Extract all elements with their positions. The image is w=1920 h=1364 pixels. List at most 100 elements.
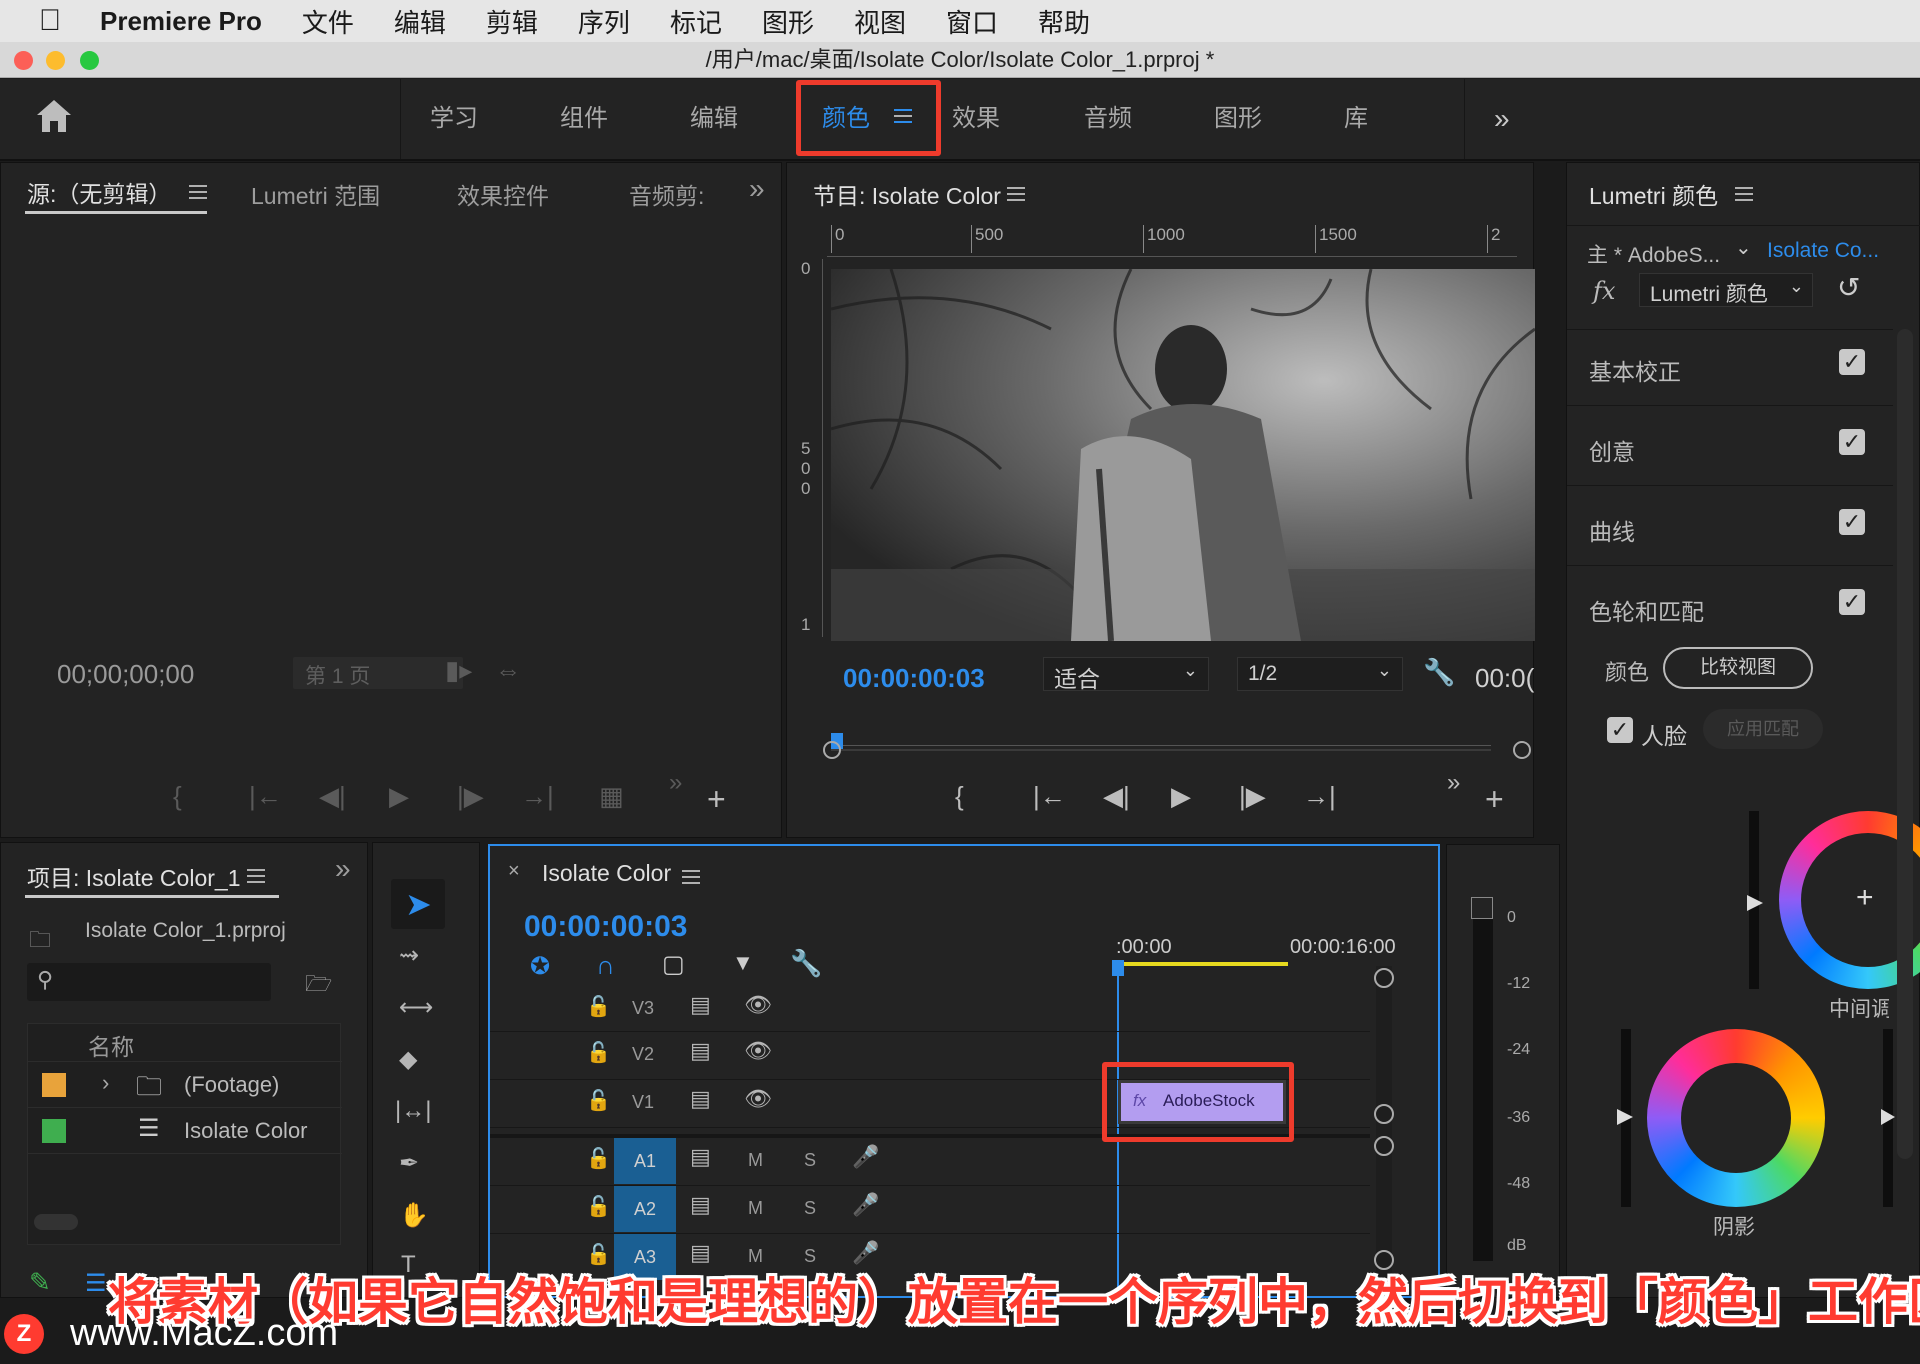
sequence-menu-icon[interactable] — [682, 870, 700, 884]
workspace-libraries[interactable]: 库 — [1344, 99, 1368, 139]
project-menu-icon[interactable] — [247, 869, 265, 883]
track-a2[interactable]: 🔓 A2 ▤ M S 🎤 — [490, 1186, 1370, 1234]
lock-icon[interactable]: 🔓 — [586, 1040, 611, 1065]
tab-lumetri-scopes[interactable]: Lumetri 范围 — [251, 177, 380, 211]
resolution-dropdown[interactable]: 1/2 ⌄ — [1237, 657, 1403, 691]
double-chevron-right-icon[interactable]: » — [1494, 99, 1510, 139]
step-forward-icon[interactable]: |▶ — [1239, 781, 1266, 812]
shadows-right-handle[interactable] — [1881, 1109, 1895, 1125]
eye-icon[interactable]: 👁 — [744, 1086, 772, 1112]
lock-icon[interactable]: 🔓 — [586, 1146, 611, 1171]
program-video-frame[interactable] — [831, 269, 1535, 641]
lock-icon[interactable]: 🔓 — [586, 1088, 611, 1113]
sync-lock-icon[interactable]: ▤ — [690, 1144, 711, 1170]
curves-checkbox[interactable]: ✓ — [1839, 509, 1865, 535]
go-to-out-icon[interactable]: →| — [521, 781, 554, 812]
play-icon[interactable]: ▶ — [1171, 781, 1191, 812]
project-title[interactable]: 项目: Isolate Color_1 — [27, 859, 240, 893]
mark-in-icon[interactable]: { — [173, 781, 182, 812]
page-selector[interactable]: 第 1 页 — [293, 657, 463, 689]
menu-graphics[interactable]: 图形 — [762, 3, 814, 40]
scroll-handle[interactable] — [1374, 1104, 1394, 1124]
shadows-color-wheel[interactable] — [1647, 1029, 1825, 1207]
tab-effect-controls[interactable]: 效果控件 — [457, 177, 549, 211]
timeline-vertical-scrollbar[interactable] — [1376, 966, 1392, 1292]
double-chevron-right-icon[interactable]: » — [749, 173, 765, 205]
shadows-slider-handle[interactable] — [1617, 1109, 1633, 1125]
sync-lock-icon[interactable]: ▤ — [690, 1038, 711, 1064]
track-target-a1[interactable]: A1 — [614, 1138, 676, 1184]
eye-icon[interactable]: 👁 — [744, 1038, 772, 1064]
section-basic-correction[interactable]: 基本校正 — [1589, 353, 1681, 387]
fx-icon[interactable]: fx — [1593, 277, 1615, 305]
mark-in-icon[interactable]: { — [955, 781, 964, 812]
label-color-swatch[interactable] — [42, 1119, 66, 1143]
section-color-wheels[interactable]: 色轮和匹配 — [1589, 593, 1704, 627]
minimize-window-button[interactable] — [46, 51, 65, 70]
workspace-assembly[interactable]: 组件 — [560, 99, 608, 139]
go-to-in-icon[interactable]: |← — [249, 781, 282, 812]
lock-icon[interactable]: 🔓 — [586, 994, 611, 1019]
basic-correction-checkbox[interactable]: ✓ — [1839, 349, 1865, 375]
mute-button[interactable]: M — [748, 1150, 763, 1171]
menu-view[interactable]: 视图 — [854, 3, 906, 40]
meter-peak-indicator[interactable] — [1471, 897, 1493, 919]
close-window-button[interactable] — [14, 51, 33, 70]
solo-button[interactable]: S — [804, 1150, 816, 1171]
master-clip-label[interactable]: 主 * AdobeS... — [1587, 239, 1720, 269]
source-menu-icon[interactable] — [189, 185, 207, 199]
insert-icon[interactable]: ▦ — [599, 781, 624, 812]
apply-match-button[interactable]: 应用匹配 — [1703, 709, 1823, 749]
apple-icon[interactable]:  — [0, 4, 100, 38]
source-timecode[interactable]: 00;00;00;00 — [57, 659, 194, 690]
hand-icon[interactable]: ✋ — [399, 1201, 429, 1230]
solo-button[interactable]: S — [804, 1198, 816, 1219]
sync-lock-icon[interactable]: ▤ — [690, 1192, 711, 1218]
workspace-graphics[interactable]: 图形 — [1214, 99, 1262, 139]
project-scrollbar[interactable] — [34, 1214, 78, 1230]
menu-help[interactable]: 帮助 — [1038, 3, 1090, 40]
color-wheels-checkbox[interactable]: ✓ — [1839, 589, 1865, 615]
pen-icon[interactable]: ✒ — [399, 1149, 419, 1178]
effect-instance-dropdown[interactable]: Lumetri 颜色 ⌄ — [1639, 273, 1813, 307]
scroll-handle[interactable] — [1374, 968, 1394, 988]
home-icon[interactable] — [34, 97, 74, 135]
app-menu[interactable]: Premiere Pro — [100, 6, 262, 37]
sequence-clip-label[interactable]: Isolate Co... — [1767, 239, 1879, 263]
chevron-down-icon[interactable]: ⌄ — [1735, 235, 1752, 260]
add-button-icon[interactable]: + — [1485, 781, 1504, 818]
track-v3[interactable]: 🔓 V3 ▤ 👁 — [490, 986, 1370, 1032]
workspace-learning[interactable]: 学习 — [430, 99, 478, 139]
timeline-timecode[interactable]: 00:00:00:03 — [524, 910, 687, 944]
tab-audio-clip-mixer[interactable]: 音频剪: — [629, 177, 709, 211]
sync-lock-icon[interactable]: ▤ — [690, 1086, 711, 1112]
creative-checkbox[interactable]: ✓ — [1839, 429, 1865, 455]
menu-file[interactable]: 文件 — [302, 3, 354, 40]
workspace-effects[interactable]: 效果 — [952, 99, 1000, 139]
razor-icon[interactable]: ◆ — [399, 1045, 417, 1074]
track-a1[interactable]: 🔓 A1 ▤ M S 🎤 — [490, 1138, 1370, 1186]
play-icon[interactable]: ▶ — [389, 781, 409, 812]
add-button-icon[interactable]: + — [707, 781, 726, 818]
track-select-icon[interactable]: ⇝ — [399, 941, 419, 970]
linked-selection-icon[interactable]: ▢ — [662, 950, 685, 979]
program-title[interactable]: 节目: Isolate Color — [813, 177, 1001, 211]
nest-icon[interactable]: ✪ — [530, 952, 550, 981]
zoom-bar[interactable] — [831, 749, 1491, 751]
project-search-input[interactable]: ⚲ — [27, 963, 271, 1001]
midtones-slider-handle[interactable] — [1747, 895, 1763, 911]
menu-edit[interactable]: 编辑 — [394, 3, 446, 40]
add-marker-icon[interactable]: ▼ — [732, 950, 754, 976]
microphone-icon[interactable]: 🎤 — [852, 1192, 879, 1218]
slip-icon[interactable]: |↔| — [395, 1097, 431, 1125]
close-icon[interactable]: × — [508, 860, 520, 883]
lumetri-scrollbar[interactable] — [1897, 329, 1913, 1159]
double-chevron-right-icon[interactable]: » — [335, 853, 351, 885]
chevron-right-icon[interactable]: › — [102, 1070, 109, 1096]
lock-icon[interactable]: 🔓 — [586, 1194, 611, 1219]
sequence-tab[interactable]: Isolate Color — [542, 860, 671, 887]
microphone-icon[interactable]: 🎤 — [852, 1144, 879, 1170]
compare-view-button[interactable]: 比较视图 — [1663, 647, 1813, 689]
eye-icon[interactable]: 👁 — [744, 992, 772, 1018]
step-forward-icon[interactable]: |▶ — [457, 781, 484, 812]
